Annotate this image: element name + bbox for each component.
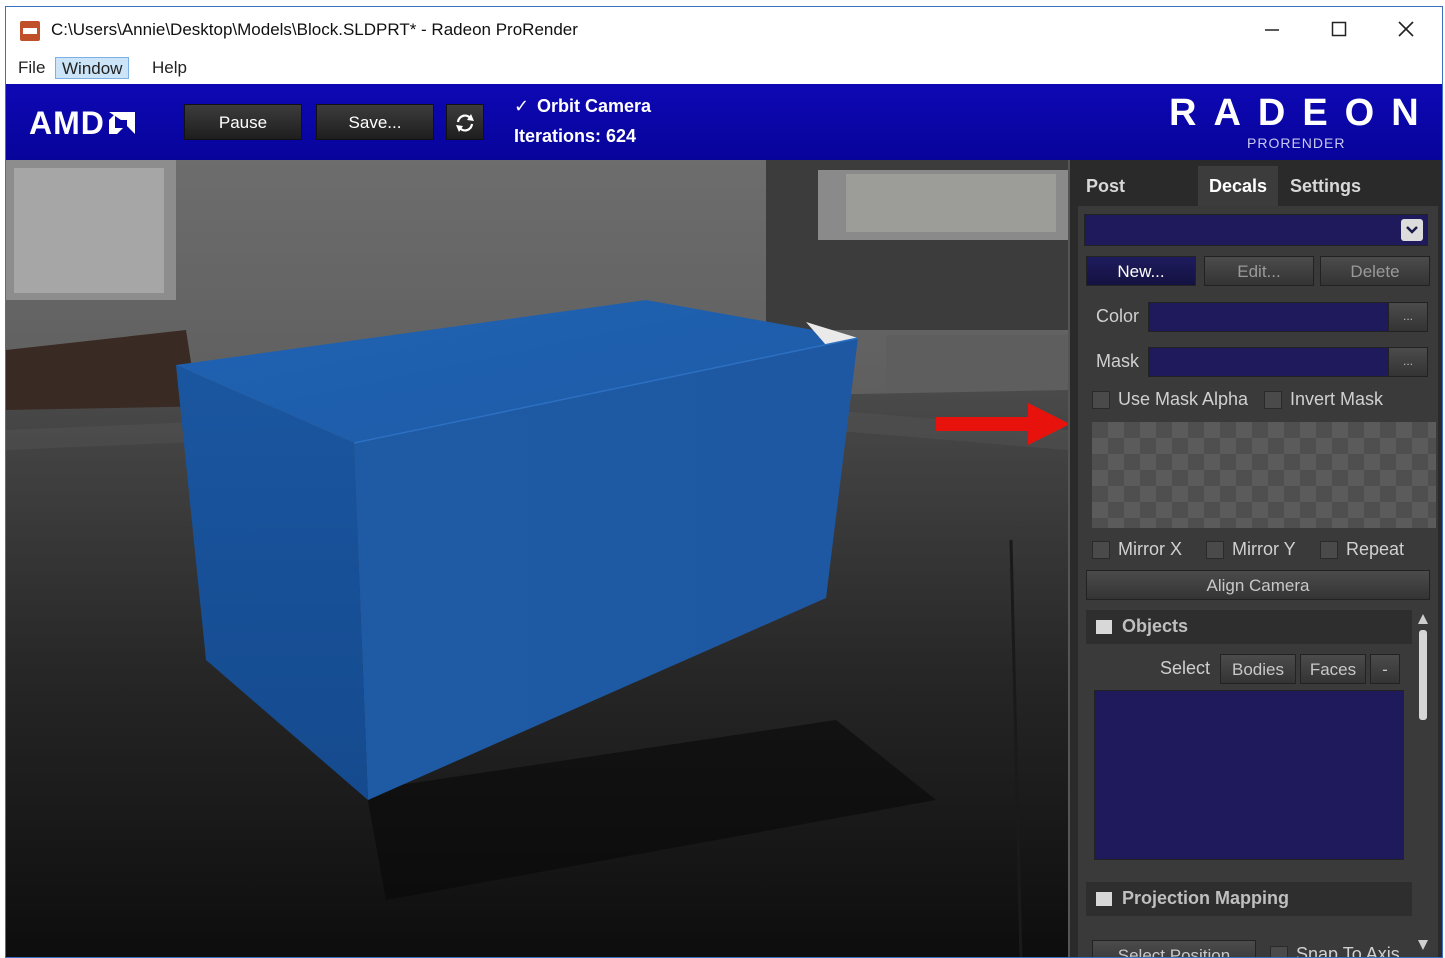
amd-logo-text: AMD — [29, 105, 105, 141]
edit-decal-button[interactable]: Edit... — [1204, 256, 1314, 286]
red-arrow-annotation — [936, 403, 1068, 445]
menu-bar: File Window Help — [6, 53, 1442, 83]
collapse-icon — [1096, 892, 1112, 906]
tab-decals[interactable]: Decals — [1198, 166, 1278, 206]
color-label: Color — [1096, 306, 1140, 326]
amd-arrow-icon — [108, 112, 135, 134]
faces-button[interactable]: Faces — [1300, 654, 1366, 684]
mask-label: Mask — [1096, 351, 1140, 371]
minimize-button[interactable] — [1250, 13, 1294, 45]
chevron-down-icon — [1401, 219, 1423, 241]
new-decal-button[interactable]: New... — [1086, 256, 1196, 286]
close-icon — [1398, 21, 1414, 37]
orbit-camera-label: Orbit Camera — [537, 96, 652, 116]
objects-title: Objects — [1122, 616, 1189, 636]
mirror-x-checkbox[interactable] — [1092, 541, 1110, 559]
mask-field[interactable] — [1148, 347, 1388, 377]
scroll-down-icon — [1418, 940, 1428, 950]
minimize-icon — [1265, 29, 1279, 31]
maximize-icon — [1331, 21, 1347, 37]
projection-title: Projection Mapping — [1122, 888, 1290, 908]
remove-selection-button[interactable]: - — [1370, 654, 1400, 684]
mirror-x-label: Mirror X — [1118, 539, 1182, 559]
align-camera-button[interactable]: Align Camera — [1086, 570, 1430, 600]
app-window: C:\Users\Annie\Desktop\Models\Block.SLDP… — [5, 6, 1443, 958]
snap-to-axis-checkbox[interactable] — [1270, 946, 1288, 957]
use-mask-alpha-label: Use Mask Alpha — [1118, 389, 1249, 409]
refresh-button[interactable] — [446, 104, 484, 140]
scrollbar-thumb[interactable] — [1419, 630, 1427, 720]
menu-file[interactable]: File — [12, 57, 51, 79]
snap-to-axis-label: Snap To Axis — [1296, 944, 1400, 958]
radeon-wordmark: RADEON — [1169, 92, 1436, 134]
color-browse-button[interactable]: ... — [1388, 302, 1428, 332]
close-button[interactable] — [1384, 13, 1428, 45]
render-viewport[interactable] — [6, 160, 1068, 957]
orbit-camera-toggle[interactable]: ✓ Orbit Camera — [514, 96, 651, 117]
projection-section-header[interactable]: Projection Mapping — [1086, 882, 1412, 916]
rendered-scene — [6, 160, 1068, 957]
delete-decal-button[interactable]: Delete — [1320, 256, 1430, 286]
iterations-readout: Iterations: 624 — [514, 126, 637, 146]
pause-button[interactable]: Pause — [184, 104, 302, 140]
mirror-y-label: Mirror Y — [1232, 539, 1296, 559]
use-mask-alpha-checkbox[interactable] — [1092, 391, 1110, 409]
refresh-icon — [456, 114, 474, 132]
toolbar: AMD Pause Save... ✓ Orbit Camera Iterati… — [6, 84, 1442, 160]
title-bar: C:\Users\Annie\Desktop\Models\Block.SLDP… — [6, 7, 1442, 51]
color-field[interactable] — [1148, 302, 1388, 332]
save-button[interactable]: Save... — [316, 104, 434, 140]
app-icon — [20, 21, 40, 41]
scroll-up-icon — [1418, 614, 1428, 624]
menu-window[interactable]: Window — [55, 57, 130, 79]
select-position-button[interactable]: Select Position — [1092, 940, 1256, 957]
invert-mask-label: Invert Mask — [1290, 389, 1384, 409]
collapse-icon — [1096, 620, 1112, 634]
bodies-button[interactable]: Bodies — [1220, 654, 1296, 684]
tab-post-effects[interactable]: Post Effects — [1076, 166, 1192, 236]
objects-list[interactable] — [1094, 690, 1404, 860]
repeat-checkbox[interactable] — [1320, 541, 1338, 559]
window-title: C:\Users\Annie\Desktop\Models\Block.SLDP… — [51, 20, 578, 39]
settings-panel: Post Effects Decals Settings New... Edit… — [1068, 160, 1442, 958]
checkmark-icon: ✓ — [514, 96, 530, 116]
decal-preview — [1092, 422, 1436, 528]
objects-section-header[interactable]: Objects — [1086, 610, 1412, 644]
panel-scrollbar[interactable] — [1416, 610, 1430, 957]
decal-select-dropdown[interactable] — [1084, 214, 1428, 246]
amd-logo: AMD — [29, 105, 137, 142]
repeat-label: Repeat — [1346, 539, 1405, 559]
maximize-button[interactable] — [1317, 13, 1361, 45]
select-label: Select — [1160, 658, 1211, 678]
invert-mask-checkbox[interactable] — [1264, 391, 1282, 409]
mask-browse-button[interactable]: ... — [1388, 347, 1428, 377]
mirror-y-checkbox[interactable] — [1206, 541, 1224, 559]
tab-settings[interactable]: Settings — [1280, 166, 1372, 206]
menu-help[interactable]: Help — [146, 57, 193, 79]
prorender-wordmark: PRORENDER — [1247, 135, 1346, 151]
